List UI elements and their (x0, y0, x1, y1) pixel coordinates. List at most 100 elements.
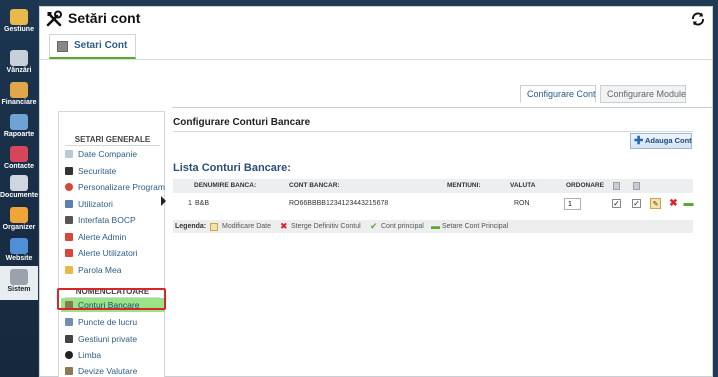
sidebar-item-label: Gestiune (4, 26, 34, 33)
order-input[interactable] (564, 198, 581, 210)
sidebar-item-website[interactable]: Website (0, 235, 38, 267)
sidebar-item-documente[interactable]: Documente (0, 172, 38, 204)
menu-item-gestiuni-private[interactable]: Gestiuni private (64, 332, 164, 346)
check-icon: ✔ (370, 221, 378, 231)
document-star-icon (633, 182, 640, 190)
delete-icon[interactable]: ✖ (668, 198, 679, 209)
menu-item-limba[interactable]: Limba (64, 348, 164, 362)
main-panel: Setări cont Setari Cont Configurare Cont… (39, 6, 713, 377)
sidebar-item-vanzari[interactable]: Vânzări (0, 47, 38, 79)
delete-icon: ✖ (280, 221, 288, 231)
menu-item-label: Gestiuni private (78, 334, 138, 344)
sidebar-item-label: Website (5, 255, 33, 262)
document-icon (613, 182, 620, 190)
menu-item-label: Parola Mea (78, 265, 122, 275)
plus-icon: ✚ (634, 135, 644, 147)
app-sidebar: Gestiune Vânzări Financiare Rapoarte Con… (0, 0, 38, 377)
title-bar: Setări cont (40, 7, 712, 31)
menu-item-date-companie[interactable]: Date Companie (64, 147, 164, 161)
menu-item-puncte-de-lucru[interactable]: Puncte de lucru (64, 315, 164, 329)
bank-icon (65, 301, 73, 309)
column-header: VALUTA (510, 182, 536, 189)
page-title: Setări cont (68, 10, 141, 26)
private-storage-icon (65, 335, 73, 343)
account-number: RO66BBBB1234123443215678 (289, 200, 389, 207)
website-icon (10, 238, 28, 254)
tab-setari-cont[interactable]: Setari Cont (49, 34, 137, 59)
column-header: ORDONARE (566, 182, 604, 189)
menu-item-label: Alerte Admin (78, 232, 127, 242)
sidebar-item-label: Organizer (2, 224, 36, 231)
sidebar-item-rapoarte[interactable]: Rapoarte (0, 111, 38, 143)
table-row: 1 B&B RO66BBBB1234123443215678 RON ✓ ✓ ✎… (173, 195, 694, 213)
menu-item-devize-valutare[interactable]: Devize Valutare (64, 364, 164, 377)
menu-item-label: Interfata BOCP (78, 215, 136, 225)
menu-item-securitate[interactable]: Securitate (64, 164, 164, 178)
tools-icon (46, 10, 62, 27)
menu-item-label: Devize Valutare (78, 366, 138, 376)
settings-menu: SETARI GENERALE Date Companie Securitate… (58, 111, 165, 377)
sidebar-item-sistem[interactable]: Sistem (0, 266, 38, 300)
menu-item-interfata-bocp[interactable]: Interfata BOCP (64, 213, 164, 227)
menu-item-parola-mea[interactable]: Parola Mea (64, 263, 164, 277)
sidebar-item-organizer[interactable]: Organizer (0, 204, 38, 236)
gestiune-icon (10, 9, 28, 25)
alert-icon (65, 233, 73, 241)
column-header: MENTIUNI: (447, 182, 481, 189)
divider (173, 131, 693, 132)
sidebar-item-contacte[interactable]: Contacte (0, 143, 38, 175)
check1-checkbox[interactable]: ✓ (612, 199, 621, 208)
sidebar-item-label: Rapoarte (3, 131, 35, 138)
tab-configurare-cont[interactable]: Configurare Cont (520, 85, 596, 103)
menu-section-title: NOMENCLATOARE (75, 287, 150, 296)
table-header: DENUMIRE BANCA: CONT BANCAR: MENTIUNI: V… (173, 179, 693, 193)
section-title: Configurare Conturi Bancare (173, 117, 311, 128)
set-primary-icon: ▬ (431, 221, 440, 231)
vanzari-icon (10, 50, 28, 66)
documente-icon (10, 175, 28, 191)
contacte-icon (10, 146, 28, 162)
menu-item-label: Conturi Bancare (78, 300, 140, 310)
rapoarte-icon (10, 114, 28, 130)
menu-item-label: Securitate (78, 166, 117, 176)
currency: RON (514, 200, 530, 207)
edit-icon (210, 223, 218, 231)
menu-item-personalizare-program[interactable]: Personalizare Program (64, 180, 165, 194)
column-header: CONT BANCAR: (289, 182, 340, 189)
set-primary-icon[interactable]: ▬ (683, 198, 694, 209)
alert-icon (65, 249, 73, 257)
menu-item-conturi-bancare[interactable]: Conturi Bancare (61, 298, 165, 312)
add-account-button[interactable]: ✚ Adauga Cont (630, 133, 692, 149)
edit-icon[interactable]: ✎ (650, 198, 661, 209)
menu-item-label: Utilizatori (78, 199, 113, 209)
workplace-icon (65, 318, 73, 326)
legend-bar: Legenda: Modificare Date ✖ Sterge Defini… (173, 220, 693, 233)
sidebar-item-gestiune[interactable]: Gestiune (0, 6, 38, 38)
legend-item: Setare Cont Principal (442, 223, 509, 230)
sidebar-item-label: Contacte (4, 163, 34, 170)
sidebar-item-financiare[interactable]: Financiare (0, 79, 38, 111)
add-account-label: Adauga Cont (645, 136, 692, 145)
lock-icon (65, 167, 73, 175)
financiare-icon (10, 82, 28, 98)
refresh-icon[interactable] (690, 11, 706, 27)
globe-icon (65, 351, 73, 359)
sidebar-item-label: Sistem (7, 286, 31, 293)
sidebar-item-label: Vânzări (6, 67, 32, 74)
menu-item-alerte-utilizatori[interactable]: Alerte Utilizatori (64, 246, 164, 260)
tab-configurare-module[interactable]: Configurare Module (600, 85, 686, 103)
menu-section-title: SETARI GENERALE (74, 135, 151, 144)
check2-checkbox[interactable]: ✓ (632, 199, 641, 208)
legend-item: Sterge Definitiv Contul (291, 223, 361, 230)
tab-label: Setari Cont (74, 40, 128, 51)
menu-item-utilizatori[interactable]: Utilizatori (64, 197, 164, 211)
menu-item-alerte-admin[interactable]: Alerte Admin (64, 230, 164, 244)
divider (65, 145, 160, 146)
sidebar-item-label: Documente (0, 192, 39, 199)
menu-item-label: Limba (78, 350, 102, 360)
building-icon (57, 41, 68, 52)
menu-item-label: Alerte Utilizatori (78, 248, 138, 258)
legend-item: Modificare Date (222, 223, 272, 230)
divider (40, 59, 712, 60)
row-index: 1 (188, 200, 192, 207)
